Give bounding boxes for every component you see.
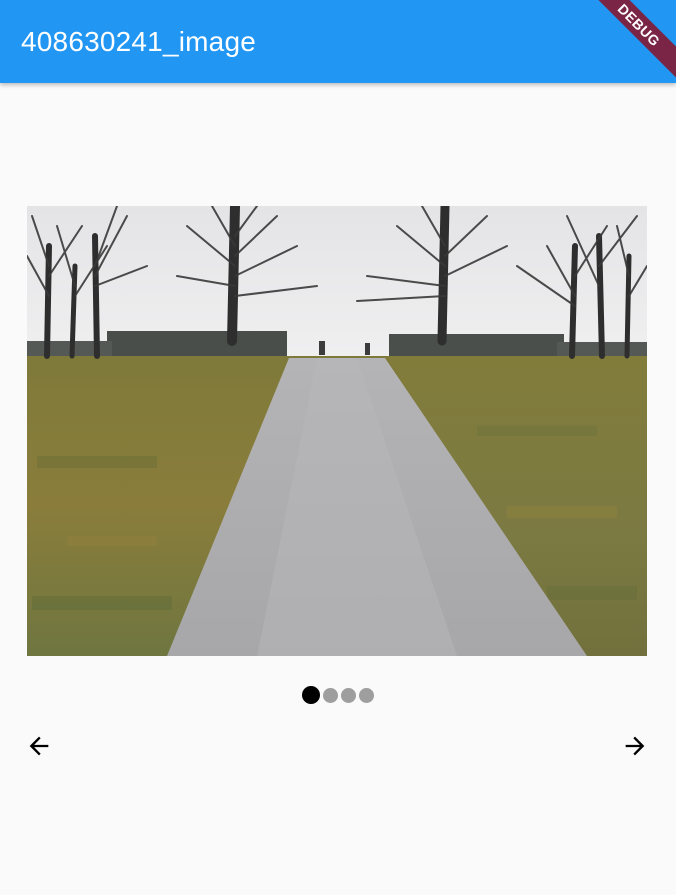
- indicator-dot-active[interactable]: [302, 686, 320, 704]
- carousel-image[interactable]: [27, 206, 647, 656]
- indicator-dot[interactable]: [341, 687, 356, 703]
- app-screen: 408630241_image DEBUG: [0, 0, 676, 895]
- next-button[interactable]: [617, 728, 653, 764]
- indicator-dot[interactable]: [359, 687, 374, 703]
- app-bar-title: 408630241_image: [21, 26, 256, 57]
- arrow-back-icon: [29, 736, 49, 756]
- previous-button[interactable]: [21, 728, 57, 764]
- debug-banner: DEBUG: [578, 0, 676, 86]
- app-bar: 408630241_image DEBUG: [0, 0, 676, 86]
- arrow-forward-icon: [625, 736, 645, 756]
- indicator-dot[interactable]: [323, 687, 338, 703]
- page-indicator: [0, 685, 676, 705]
